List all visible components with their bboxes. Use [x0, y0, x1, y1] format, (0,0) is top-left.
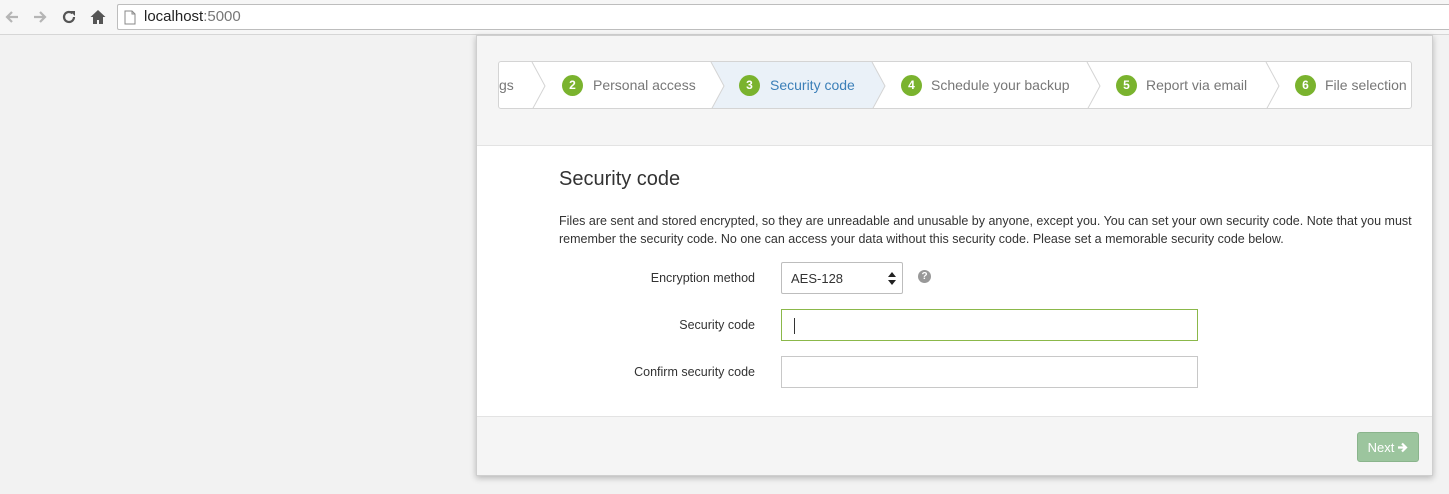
home-icon: [90, 10, 106, 24]
next-button-label: Next: [1367, 439, 1395, 455]
url-text: localhost:5000: [144, 8, 241, 25]
wizard-header: gs 2 Personal access 3 Security code 4 S…: [477, 36, 1432, 146]
next-button[interactable]: Next: [1357, 432, 1419, 462]
arrow-right-icon: [1398, 442, 1408, 452]
encryption-method-label: Encryption method: [650, 271, 755, 285]
page-icon: [124, 10, 136, 25]
reload-icon: [62, 10, 76, 24]
home-button[interactable]: [87, 6, 109, 28]
reload-button[interactable]: [58, 6, 80, 28]
security-code-input[interactable]: [781, 309, 1198, 341]
form-description: Files are sent and stored encrypted, so …: [559, 214, 1412, 246]
wizard-step-6-label[interactable]: File selection: [1325, 77, 1407, 93]
step-separator: [531, 62, 546, 108]
wizard-step-3-label[interactable]: Security code: [770, 77, 855, 93]
wizard-panel: gs 2 Personal access 3 Security code 4 S…: [476, 35, 1433, 476]
wizard-step-6-badge: 6: [1295, 75, 1316, 96]
back-button[interactable]: [1, 6, 23, 28]
wizard-step-5-label[interactable]: Report via email: [1146, 77, 1247, 93]
wizard-step-2-label[interactable]: Personal access: [593, 77, 696, 93]
url-port: :5000: [203, 8, 241, 25]
wizard-step-5-badge: 5: [1116, 75, 1137, 96]
url-host: localhost: [144, 8, 204, 25]
back-arrow-icon: [5, 11, 18, 23]
wizard-footer: Next: [477, 416, 1432, 475]
help-icon[interactable]: ?: [918, 270, 931, 283]
text-caret: [794, 318, 795, 334]
wizard-steps: gs 2 Personal access 3 Security code 4 S…: [498, 61, 1412, 109]
form-body: Security code Files are sent and stored …: [477, 146, 1432, 416]
browser-toolbar: localhost:5000: [0, 0, 1449, 35]
wizard-step-3-badge: 3: [739, 75, 760, 96]
select-arrows-icon: [888, 272, 896, 285]
forward-arrow-icon: [34, 11, 47, 23]
security-code-label: Security code: [679, 318, 755, 332]
encryption-method-value: AES-128: [791, 271, 844, 286]
forward-button[interactable]: [29, 6, 51, 28]
page-title: Security code: [559, 168, 681, 190]
encryption-method-select[interactable]: AES-128: [781, 262, 903, 294]
address-bar[interactable]: localhost:5000: [117, 4, 1449, 30]
step-separator: [1265, 62, 1280, 108]
wizard-step-4-badge: 4: [901, 75, 922, 96]
wizard-step-2-badge: 2: [562, 75, 583, 96]
wizard-step-1-label[interactable]: gs: [499, 77, 514, 93]
confirm-security-code-input[interactable]: [781, 356, 1198, 388]
step-separator: [1086, 62, 1101, 108]
confirm-security-code-label: Confirm security code: [634, 365, 755, 379]
wizard-step-4-label[interactable]: Schedule your backup: [931, 77, 1070, 93]
